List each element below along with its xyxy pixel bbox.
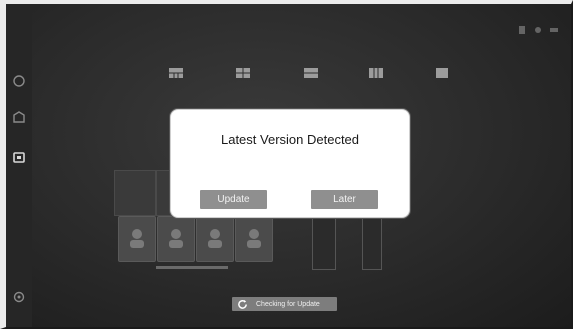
layout-grid-icon[interactable] bbox=[168, 66, 184, 80]
home-icon[interactable] bbox=[12, 74, 26, 88]
checking-status-bar: Checking for Update bbox=[232, 297, 337, 311]
person-icon bbox=[167, 227, 185, 249]
wifi-icon bbox=[533, 20, 543, 33]
camera-icon[interactable] bbox=[12, 150, 26, 164]
device-preview bbox=[362, 218, 382, 270]
update-dialog: Latest Version Detected Update Later bbox=[170, 109, 410, 218]
gallery-header-tile bbox=[114, 170, 156, 216]
photo-icon[interactable] bbox=[12, 110, 26, 124]
gallery-thumbnail[interactable] bbox=[196, 216, 234, 262]
dialog-title: Latest Version Detected bbox=[220, 132, 360, 147]
gallery-thumbnail[interactable] bbox=[235, 216, 273, 262]
gallery-selection-bar bbox=[156, 266, 228, 269]
person-icon bbox=[245, 227, 263, 249]
device-preview bbox=[312, 218, 336, 270]
later-button[interactable]: Later bbox=[311, 190, 378, 209]
layout-columns-icon[interactable] bbox=[368, 66, 384, 80]
checking-status-text: Checking for Update bbox=[256, 300, 320, 308]
sidebar bbox=[6, 4, 32, 327]
gallery-thumbnail[interactable] bbox=[157, 216, 195, 262]
status-indicators bbox=[517, 20, 559, 34]
sd-card-icon bbox=[517, 20, 527, 34]
layout-mode-bar bbox=[168, 66, 468, 84]
refresh-icon bbox=[237, 299, 248, 310]
layout-stack-icon[interactable] bbox=[303, 66, 319, 80]
settings-icon[interactable] bbox=[12, 290, 26, 304]
update-button[interactable]: Update bbox=[200, 190, 267, 209]
battery-icon bbox=[549, 20, 559, 32]
layout-single-icon[interactable] bbox=[434, 66, 450, 80]
person-icon bbox=[128, 227, 146, 249]
person-icon bbox=[206, 227, 224, 249]
gallery-thumbnail[interactable] bbox=[118, 216, 156, 262]
layout-split-icon[interactable] bbox=[235, 66, 251, 80]
